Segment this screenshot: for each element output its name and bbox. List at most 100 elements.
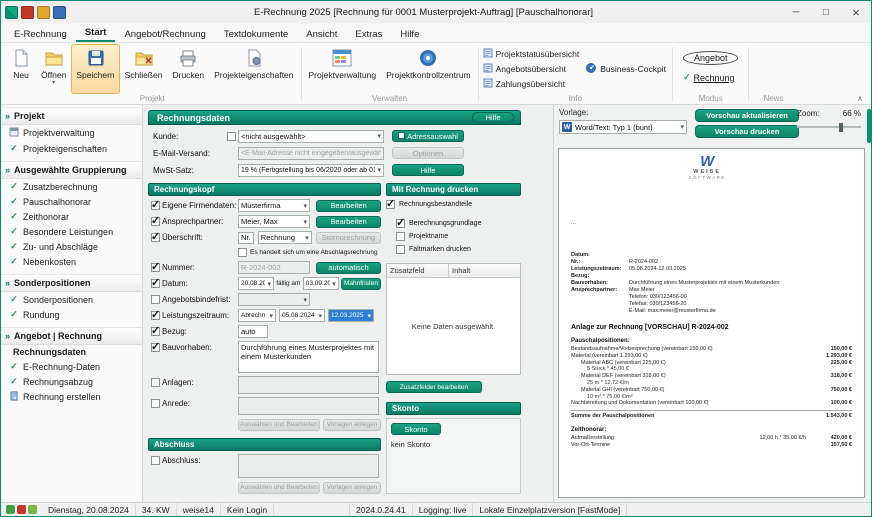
sidebar-item-zu-und-abschlaege[interactable]: Zu- und Abschläge bbox=[1, 239, 142, 254]
sidebar-item-besondere-leistungen[interactable]: Besondere Leistungen bbox=[1, 224, 142, 239]
abschluss-auswaehlen-button[interactable]: Auswählen und Bearbeiten bbox=[238, 482, 320, 494]
app-logo-icon[interactable] bbox=[5, 6, 18, 19]
menu-hilfe[interactable]: Hilfe bbox=[391, 26, 428, 42]
optionen-button[interactable]: Optionen bbox=[392, 147, 464, 159]
anlagen-checkbox[interactable] bbox=[151, 378, 160, 387]
sidebar-item-rechnungsdaten[interactable]: Rechnungsdaten bbox=[1, 345, 142, 359]
menu-ansicht[interactable]: Ansicht bbox=[297, 26, 346, 42]
faltmarken-checkbox[interactable] bbox=[396, 245, 405, 254]
angebotsbindefrist-dropdown[interactable] bbox=[238, 293, 310, 306]
abschluss-checkbox[interactable] bbox=[151, 456, 160, 465]
mahnfristen-button[interactable]: Mahnfristen bbox=[341, 278, 381, 290]
close-project-button[interactable]: Schließen bbox=[120, 44, 168, 94]
column-zusatzfeld[interactable]: Zusatzfeld bbox=[387, 264, 449, 277]
datum-checkbox[interactable] bbox=[151, 279, 160, 288]
ansprechpartner-bearbeiten-button[interactable]: Bearbeiten bbox=[316, 216, 381, 228]
lz-von-dropdown[interactable]: 05.08.2024 bbox=[279, 309, 325, 322]
offer-overview-button[interactable]: Angebotsübersicht bbox=[483, 63, 580, 75]
print-button[interactable]: Drucken bbox=[167, 44, 209, 94]
firmendaten-bearbeiten-button[interactable]: Bearbeiten bbox=[316, 200, 381, 212]
panel-splitter-handle[interactable] bbox=[867, 109, 871, 143]
menu-e-rechnung[interactable]: E-Rechnung bbox=[5, 26, 76, 42]
menu-angebot-rechnung[interactable]: Angebot/Rechnung bbox=[115, 26, 214, 42]
sidebar-item-zeithonorar[interactable]: Zeithonorar bbox=[1, 209, 142, 224]
faellig-dropdown[interactable]: 03.09.2024 bbox=[303, 277, 339, 290]
anlagen-textarea[interactable] bbox=[238, 376, 379, 394]
sidebar-item-e-rechnung-daten[interactable]: E-Rechnung-Daten bbox=[1, 359, 142, 374]
rechnungsbestandteile-checkbox[interactable] bbox=[386, 200, 395, 209]
angebotsbindefrist-checkbox[interactable] bbox=[151, 295, 160, 304]
bauvorhaben-checkbox[interactable] bbox=[151, 343, 160, 352]
datum-dropdown[interactable]: 20.08.2024 bbox=[238, 277, 274, 290]
firmendaten-checkbox[interactable] bbox=[151, 201, 160, 210]
sidebar-item-pauschalhonorar[interactable]: Pauschalhonorar bbox=[1, 194, 142, 209]
ribbon-collapse-icon[interactable]: ∧ bbox=[857, 94, 863, 103]
quick-save-icon[interactable] bbox=[21, 6, 34, 19]
abschlagsrechnung-checkbox[interactable] bbox=[238, 248, 247, 257]
zoom-slider-thumb[interactable] bbox=[839, 123, 843, 132]
menu-textdokumente[interactable]: Textdokumente bbox=[215, 26, 297, 42]
sidebar-item-rechnung-erstellen[interactable]: Rechnung erstellen bbox=[1, 389, 142, 405]
project-status-overview-button[interactable]: Projektstatusübersicht bbox=[483, 48, 580, 60]
zoom-slider-track[interactable] bbox=[797, 126, 861, 128]
column-inhalt[interactable]: Inhalt bbox=[449, 264, 520, 277]
sidebar-item-projektverwaltung[interactable]: Projektverwaltung bbox=[1, 125, 142, 141]
open-button[interactable]: Öffnen ▾ bbox=[36, 44, 71, 94]
sidebar-item-projekteigenschaften[interactable]: Projekteigenschaften bbox=[1, 141, 142, 156]
berechnungsgrundlage-checkbox[interactable] bbox=[396, 219, 405, 228]
sidebar-item-rechnungsabzug[interactable]: Rechnungsabzug bbox=[1, 374, 142, 389]
lz-bis-dropdown[interactable]: 12.03.2025 bbox=[328, 309, 374, 322]
vorlage-dropdown[interactable]: W Word/Text: Typ 1 (bunt) bbox=[559, 120, 687, 134]
sidebar-header-angebot-rechnung[interactable]: Angebot | Rechnung bbox=[1, 327, 142, 345]
project-properties-button[interactable]: Projekteigenschaften bbox=[209, 44, 298, 94]
abschluss-textarea[interactable] bbox=[238, 454, 379, 478]
sidebar-item-nebenkosten[interactable]: Nebenkosten bbox=[1, 254, 142, 269]
nummer-checkbox[interactable] bbox=[151, 263, 160, 272]
mode-angebot-button[interactable]: Angebot bbox=[683, 51, 739, 65]
mwst-dropdown[interactable]: 19 % (Fertigstellung bis 06/2020 oder ab… bbox=[238, 164, 384, 177]
ansprechpartner-checkbox[interactable] bbox=[151, 217, 160, 226]
auswaehlen-bearbeiten-button[interactable]: Auswählen und Bearbeiten bbox=[238, 419, 320, 431]
payment-overview-button[interactable]: Zahlungsübersicht bbox=[483, 78, 580, 90]
kunde-checkbox[interactable] bbox=[227, 132, 236, 141]
ansprechpartner-dropdown[interactable]: Meier, Max bbox=[238, 215, 310, 228]
lz-mode-dropdown[interactable]: Abrechn bbox=[238, 309, 276, 322]
menu-start[interactable]: Start bbox=[76, 24, 116, 42]
adressauswahl-button[interactable]: Adressauswahl bbox=[392, 130, 464, 142]
bauvorhaben-textarea[interactable]: Durchführung eines Musterprojektes mit e… bbox=[238, 341, 379, 373]
new-button[interactable]: Neu bbox=[6, 44, 36, 94]
sidebar-header-projekt[interactable]: Projekt bbox=[1, 107, 142, 125]
sidebar-item-zusatzberechnung[interactable]: Zusatzberechnung bbox=[1, 179, 142, 194]
business-cockpit-button[interactable]: Business-Cockpit bbox=[585, 62, 666, 76]
skonto-button[interactable]: Skonto bbox=[391, 423, 441, 435]
email-field[interactable]: <E-Mail-Adresse nicht eingegeben/ausgewä… bbox=[238, 147, 384, 160]
menu-extras[interactable]: Extras bbox=[346, 26, 391, 42]
sidebar-item-rundung[interactable]: Rundung bbox=[1, 307, 142, 322]
sidebar-header-gruppierung[interactable]: Ausgewählte Gruppierung bbox=[1, 161, 142, 179]
anrede-textarea[interactable] bbox=[238, 397, 379, 415]
bezug-checkbox[interactable] bbox=[151, 327, 160, 336]
quick-print-icon[interactable] bbox=[53, 6, 66, 19]
projektname-checkbox[interactable] bbox=[396, 232, 405, 241]
anrede-checkbox[interactable] bbox=[151, 399, 160, 408]
maximize-button[interactable] bbox=[811, 1, 841, 23]
ueberschrift-dropdown[interactable]: Rechnung bbox=[258, 231, 312, 244]
quick-open-icon[interactable] bbox=[37, 6, 50, 19]
save-button[interactable]: Speichern bbox=[71, 44, 119, 94]
sidebar-item-sonderpositionen[interactable]: Sonderpositionen bbox=[1, 292, 142, 307]
abschluss-vorlagen-button[interactable]: Vorlagen anlegen bbox=[323, 482, 381, 494]
nr-box[interactable]: Nr. bbox=[238, 232, 254, 244]
mode-rechnung-button[interactable]: ✓ Rechnung bbox=[683, 72, 739, 83]
project-management-button[interactable]: Projektverwaltung bbox=[304, 44, 382, 94]
automatisch-button[interactable]: automatisch bbox=[316, 262, 381, 274]
help-button[interactable]: Hilfe bbox=[472, 112, 514, 123]
stornorechnung-button[interactable]: Stornorechnung bbox=[316, 232, 381, 244]
vorschau-aktualisieren-button[interactable]: Vorschau aktualisieren bbox=[695, 109, 799, 122]
mwst-help-button[interactable]: Hilfe bbox=[392, 164, 464, 176]
ueberschrift-checkbox[interactable] bbox=[151, 233, 160, 242]
minimize-button[interactable] bbox=[781, 1, 811, 23]
vorlagen-anlegen-button[interactable]: Vorlagen anlegen bbox=[323, 419, 381, 431]
vorschau-drucken-button[interactable]: Vorschau drucken bbox=[695, 125, 799, 138]
open-dropdown-arrow-icon[interactable]: ▾ bbox=[52, 81, 55, 86]
close-button[interactable] bbox=[841, 1, 871, 23]
